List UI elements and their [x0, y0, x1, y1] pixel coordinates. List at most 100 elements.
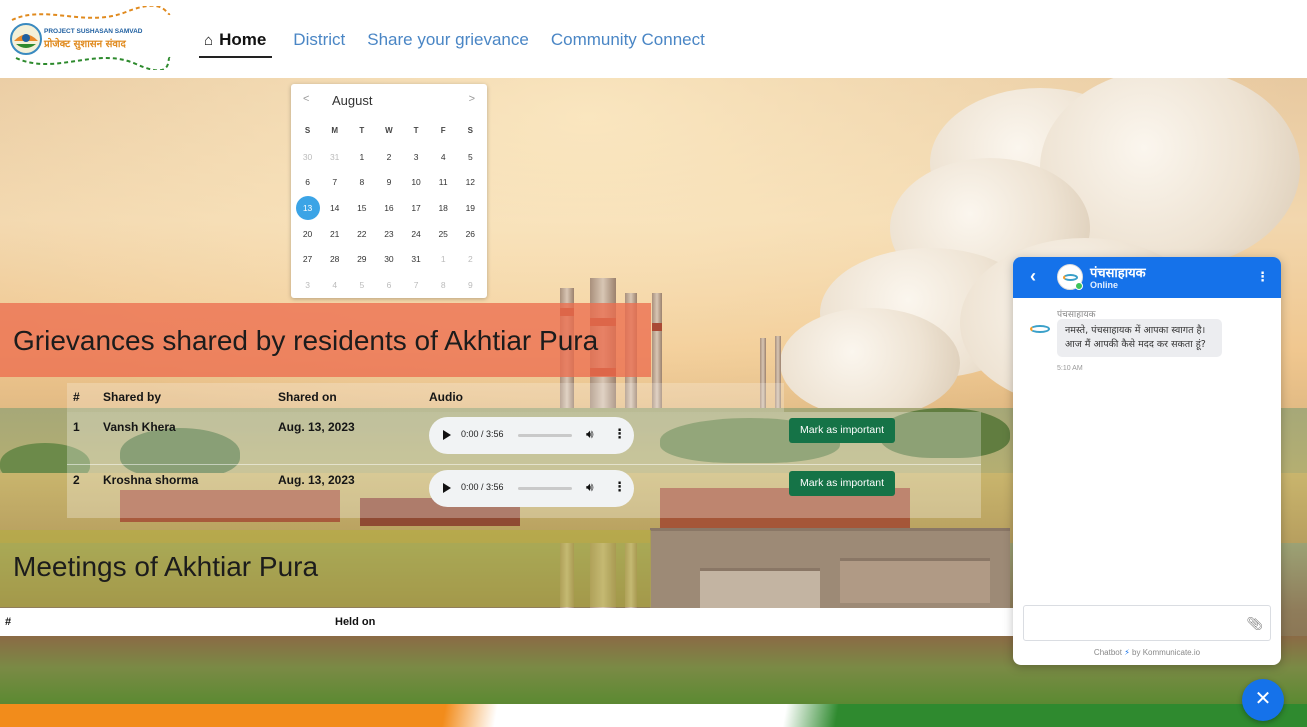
weekday-label: S: [467, 126, 473, 136]
mark-important-button[interactable]: Mark as important: [789, 418, 895, 443]
column-header-audio: Audio: [429, 390, 463, 404]
column-header-number: #: [5, 616, 12, 628]
calendar-day[interactable]: 23: [375, 229, 402, 239]
calendar-day-selected[interactable]: 13: [294, 195, 321, 220]
calendar-day[interactable]: 24: [403, 229, 430, 239]
sushasan-samvad-logo[interactable]: PROJECT SUSHASAN SAMVAD प्रोजेक्ट सुशासन…: [6, 4, 172, 72]
audio-time: 0:00 / 3:56: [461, 429, 504, 439]
weekday-label: S: [304, 126, 311, 136]
calendar-header: < August >: [291, 84, 487, 116]
nav-share-grievance[interactable]: Share your grievance: [356, 0, 540, 58]
calendar-day[interactable]: 8: [348, 177, 375, 187]
calendar-day[interactable]: 20: [294, 229, 321, 239]
calendar-day[interactable]: 9: [375, 177, 402, 187]
message-line: नमस्ते, पंचसाहायक में आपका स्वागत है।: [1065, 325, 1206, 336]
calendar-day[interactable]: 25: [430, 229, 457, 239]
calendar-day[interactable]: 2: [375, 152, 402, 162]
calendar-day[interactable]: 18: [430, 203, 457, 213]
logo-text-en: PROJECT SUSHASAN SAMVAD: [44, 28, 143, 35]
chat-input[interactable]: 📎︎: [1023, 605, 1271, 641]
calendar-day[interactable]: 3: [294, 280, 321, 290]
calendar-week: 6 7 8 9 10 11 12: [294, 169, 484, 195]
play-icon[interactable]: [443, 430, 451, 440]
calendar-day[interactable]: 10: [403, 177, 430, 187]
audio-player[interactable]: 0:00 / 3:56 🔊︎ ⋮: [429, 470, 634, 507]
calendar-day[interactable]: 7: [321, 177, 348, 187]
audio-progress[interactable]: [518, 434, 572, 437]
calendar-next-button[interactable]: >: [469, 93, 475, 105]
chat-header: ‹ पंचसाहायक Online ⋮: [1013, 257, 1281, 298]
weekday-label: F: [440, 126, 446, 136]
calendar-day[interactable]: 8: [430, 280, 457, 290]
calendar-day[interactable]: 29: [348, 254, 375, 264]
online-status-dot: [1075, 282, 1083, 290]
volume-icon[interactable]: 🔊︎: [586, 427, 594, 442]
play-icon[interactable]: [443, 483, 451, 493]
calendar-day[interactable]: 11: [430, 177, 457, 187]
chevron-left-icon[interactable]: ‹: [1030, 266, 1036, 287]
chat-widget: ‹ पंचसाहायक Online ⋮ पंचसाहायक नमस्ते, प…: [1013, 257, 1281, 665]
calendar-month-label: August: [332, 93, 373, 108]
row-number: 2: [73, 473, 80, 487]
bot-name: पंचसाहायक: [1090, 266, 1146, 281]
calendar-week: 3 4 5 6 7 8 9: [294, 272, 484, 298]
calendar-widget: < August > S M T W T F S 30 31 1 2 3 4 5…: [291, 84, 487, 298]
calendar-day[interactable]: 1: [348, 152, 375, 162]
weekday-label: T: [413, 126, 419, 136]
nav-home[interactable]: ⌂ Home: [199, 0, 273, 58]
calendar-day[interactable]: 5: [457, 152, 484, 162]
message-bubble: नमस्ते, पंचसाहायक में आपका स्वागत है। आज…: [1057, 319, 1222, 357]
calendar-day[interactable]: 14: [321, 203, 348, 213]
weekday-label: T: [359, 126, 365, 136]
footer-link[interactable]: by Kommunicate.io: [1132, 648, 1200, 657]
paperclip-icon[interactable]: 📎︎: [1246, 616, 1263, 632]
audio-progress[interactable]: [518, 487, 572, 490]
shared-on: Aug. 13, 2023: [278, 420, 355, 434]
calendar-day[interactable]: 2: [457, 254, 484, 264]
row-number: 1: [73, 420, 80, 434]
nav-community-connect[interactable]: Community Connect: [540, 0, 716, 58]
bolt-icon: ⚡︎: [1124, 648, 1130, 657]
volume-icon[interactable]: 🔊︎: [586, 480, 594, 495]
bot-avatar: [1057, 264, 1083, 290]
audio-time: 0:00 / 3:56: [461, 482, 504, 492]
nav-district[interactable]: District: [282, 0, 356, 58]
column-header-shared-by: Shared by: [103, 390, 162, 404]
calendar-day[interactable]: 17: [403, 203, 430, 213]
calendar-day[interactable]: 26: [457, 229, 484, 239]
more-options-icon[interactable]: ⋮: [613, 479, 626, 495]
calendar-day[interactable]: 4: [321, 280, 348, 290]
grievances-table: # Shared by Shared on Audio 1 Vansh Kher…: [67, 383, 981, 518]
calendar-day[interactable]: 16: [375, 203, 402, 213]
calendar-day[interactable]: 27: [294, 254, 321, 264]
calendar-day[interactable]: 3: [403, 152, 430, 162]
calendar-day[interactable]: 12: [457, 177, 484, 187]
calendar-day[interactable]: 21: [321, 229, 348, 239]
calendar-day[interactable]: 4: [430, 152, 457, 162]
calendar-day[interactable]: 9: [457, 280, 484, 290]
calendar-day[interactable]: 19: [457, 203, 484, 213]
calendar-day[interactable]: 30: [294, 152, 321, 162]
calendar-day[interactable]: 7: [403, 280, 430, 290]
calendar-week: 30 31 1 2 3 4 5: [294, 144, 484, 170]
shared-by: Vansh Khera: [103, 420, 176, 434]
calendar-day[interactable]: 5: [348, 280, 375, 290]
calendar-day[interactable]: 31: [321, 152, 348, 162]
calendar-day[interactable]: 30: [375, 254, 402, 264]
calendar-day[interactable]: 15: [348, 203, 375, 213]
calendar-day[interactable]: 6: [375, 280, 402, 290]
mark-important-button[interactable]: Mark as important: [789, 471, 895, 496]
weekday-label: W: [385, 126, 393, 136]
more-options-icon[interactable]: ⋮: [613, 426, 626, 442]
kebab-menu-icon[interactable]: ⋮: [1256, 269, 1269, 285]
bot-status: Online: [1090, 280, 1119, 290]
calendar-prev-button[interactable]: <: [303, 93, 309, 105]
calendar-day[interactable]: 1: [430, 254, 457, 264]
calendar-day[interactable]: 22: [348, 229, 375, 239]
close-icon[interactable]: ✕: [1242, 679, 1284, 721]
calendar-day[interactable]: 31: [403, 254, 430, 264]
calendar-day[interactable]: 6: [294, 177, 321, 187]
selected-day-label: 13: [295, 195, 320, 220]
audio-player[interactable]: 0:00 / 3:56 🔊︎ ⋮: [429, 417, 634, 454]
calendar-day[interactable]: 28: [321, 254, 348, 264]
